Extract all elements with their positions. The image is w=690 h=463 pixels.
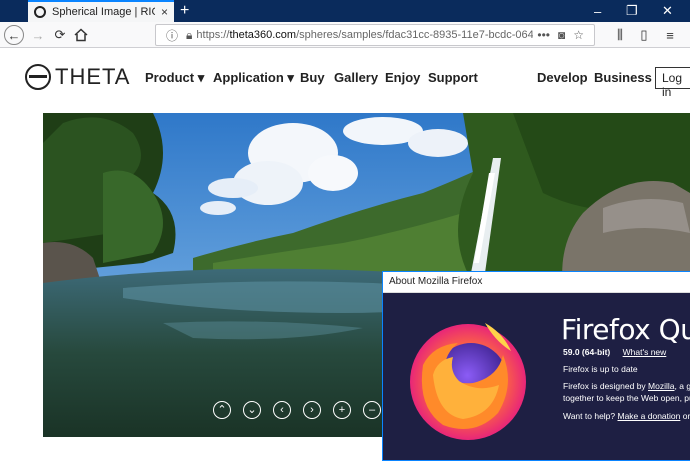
tab-spherical-image[interactable]: Spherical Image | RICOH THETA × [28, 0, 174, 22]
hamburger-menu-icon: ≡ [666, 27, 674, 43]
nav-buy[interactable]: Buy [300, 70, 325, 85]
nav-gallery[interactable]: Gallery [334, 70, 378, 85]
pocket-icon[interactable]: ◙ [558, 28, 565, 42]
viewer-controls: ⌃ ⌄ ‹ › + – [213, 401, 393, 419]
restore-button[interactable]: ❐ [626, 0, 638, 22]
arrow-right-icon: → [31, 27, 45, 43]
login-button[interactable]: Log in [655, 67, 690, 99]
sidebar-icon: ▯ [640, 27, 648, 42]
tab-title: Spherical Image | RICOH THETA [52, 6, 155, 18]
dialog-body: Firefox Qua 59.0 (64-bit) What's new Fir… [383, 293, 690, 463]
global-community-link[interactable]: glob [686, 381, 690, 391]
home-icon [74, 28, 88, 42]
theta-logo-icon [25, 64, 51, 90]
version-line: 59.0 (64-bit) What's new [563, 347, 666, 357]
theta-favicon-icon [34, 6, 46, 18]
theta-logo[interactable]: THETA [25, 64, 130, 90]
zoom-in-button[interactable]: + [333, 401, 351, 419]
home-button[interactable] [71, 25, 91, 45]
zoom-out-button[interactable]: – [363, 401, 381, 419]
donation-link[interactable]: Make a donation [618, 411, 681, 421]
forward-button[interactable]: → [28, 25, 48, 45]
minimize-button[interactable]: – [594, 0, 601, 22]
back-button[interactable]: ← [4, 25, 24, 45]
tab-close-icon[interactable]: × [161, 5, 168, 19]
tilt-down-button[interactable]: ⌄ [243, 401, 261, 419]
about-firefox-dialog: About Mozilla Firefox Firefox Qua [382, 271, 690, 461]
dialog-title: About Mozilla Firefox [383, 272, 690, 293]
reload-icon: ⟳ [54, 27, 66, 42]
url-text[interactable]: https://theta360.com/spheres/samples/fda… [196, 29, 533, 41]
pan-left-button[interactable]: ‹ [273, 401, 291, 419]
pan-right-button[interactable]: › [303, 401, 321, 419]
whats-new-link[interactable]: What's new [623, 347, 667, 357]
library-button[interactable]: ⫼ [610, 25, 630, 45]
update-status: Firefox is up to date [563, 364, 638, 374]
site-header: THETA Product ▾ Application ▾ Buy Galler… [0, 49, 690, 103]
new-tab-button[interactable]: + [180, 2, 189, 20]
designed-by-line: Firefox is designed by Mozilla, a glob [563, 381, 690, 391]
menu-button[interactable]: ≡ [660, 25, 680, 45]
together-line: together to keep the Web open, pub [563, 393, 690, 403]
tab-strip: Spherical Image | RICOH THETA × + – ❐ ✕ [0, 0, 690, 22]
firefox-brand-name: Firefox Qua [561, 313, 690, 346]
library-icon: ⫼ [617, 27, 623, 42]
help-line: Want to help? Make a donation or ge [563, 411, 690, 421]
nav-application[interactable]: Application ▾ [213, 70, 294, 86]
logo-text: THETA [55, 64, 131, 89]
page-actions-icon[interactable]: ••• [537, 28, 550, 42]
info-icon[interactable]: ⓘ [166, 27, 178, 44]
nav-product[interactable]: Product ▾ [145, 70, 204, 86]
nav-support[interactable]: Support [428, 70, 478, 85]
navigation-toolbar: ← → ⟳ ⓘ 🔒︎ https://theta360.com/spheres/… [0, 22, 690, 48]
bookmark-star-icon[interactable]: ☆ [573, 28, 584, 42]
version-number: 59.0 (64-bit) [563, 347, 611, 357]
firefox-logo-icon [410, 323, 526, 440]
close-window-button[interactable]: ✕ [662, 0, 673, 22]
arrow-left-icon: ← [7, 27, 21, 43]
reload-button[interactable]: ⟳ [50, 25, 70, 45]
mozilla-link[interactable]: Mozilla [648, 381, 674, 391]
lock-icon: 🔒︎ [186, 27, 193, 42]
nav-enjoy[interactable]: Enjoy [385, 70, 420, 85]
url-bar[interactable]: ⓘ 🔒︎ https://theta360.com/spheres/sample… [155, 24, 595, 46]
tilt-up-button[interactable]: ⌃ [213, 401, 231, 419]
nav-business[interactable]: Business [594, 70, 652, 85]
nav-develop[interactable]: Develop [537, 70, 588, 85]
sidebar-button[interactable]: ▯ [634, 25, 654, 45]
